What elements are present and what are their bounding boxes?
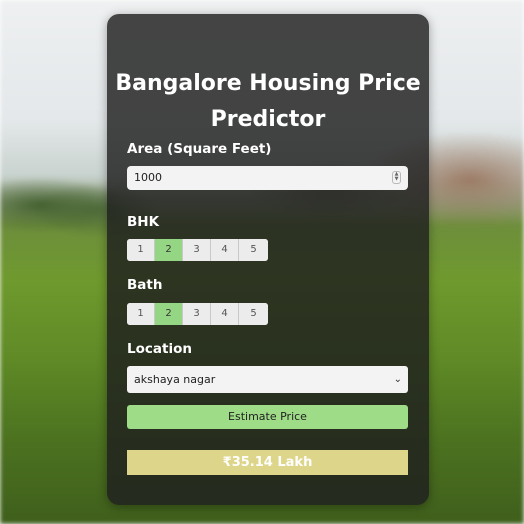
predictor-card: Bangalore Housing Price Predictor Area (… xyxy=(107,14,429,505)
estimate-price-button[interactable]: Estimate Price xyxy=(127,405,408,429)
location-selected-value: akshaya nagar xyxy=(134,373,216,386)
area-input-value: 1000 xyxy=(134,171,162,184)
page-title: Bangalore Housing Price Predictor xyxy=(115,71,421,132)
area-input[interactable]: 1000 ▲ ▼ xyxy=(127,166,408,190)
bhk-option-1[interactable]: 1 xyxy=(127,239,155,261)
bath-option-2[interactable]: 2 xyxy=(155,303,183,325)
area-label: Area (Square Feet) xyxy=(127,141,272,157)
number-spinner-icon[interactable]: ▲ ▼ xyxy=(392,171,401,184)
bhk-option-2[interactable]: 2 xyxy=(155,239,183,261)
location-label: Location xyxy=(127,341,192,357)
bhk-option-5[interactable]: 5 xyxy=(239,239,268,261)
bhk-selector: 1 2 3 4 5 xyxy=(127,239,268,261)
chevron-down-icon: ⌄ xyxy=(393,374,402,385)
location-select[interactable]: akshaya nagar ⌄ xyxy=(127,366,408,393)
bath-label: Bath xyxy=(127,277,163,293)
bhk-option-3[interactable]: 3 xyxy=(183,239,211,261)
bhk-label: BHK xyxy=(127,214,160,230)
bhk-option-4[interactable]: 4 xyxy=(211,239,239,261)
estimated-price-result: ₹35.14 Lakh xyxy=(127,450,408,475)
bath-option-5[interactable]: 5 xyxy=(239,303,268,325)
bath-option-3[interactable]: 3 xyxy=(183,303,211,325)
bath-selector: 1 2 3 4 5 xyxy=(127,303,268,325)
bath-option-4[interactable]: 4 xyxy=(211,303,239,325)
bath-option-1[interactable]: 1 xyxy=(127,303,155,325)
